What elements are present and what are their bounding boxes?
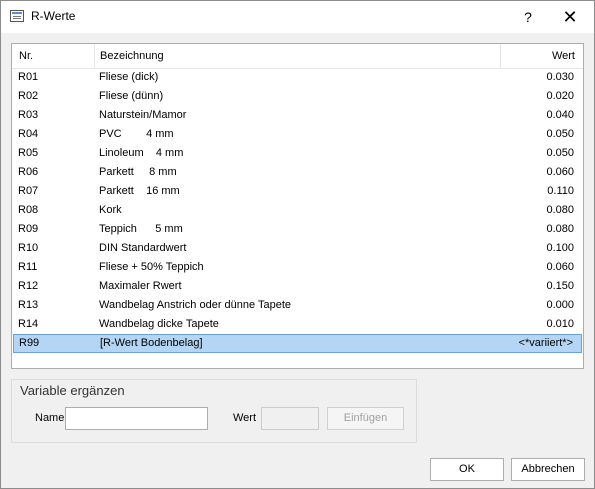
row-bezeichnung-cell: Parkett 16 mm [99,185,180,197]
row-bezeichnung-cell: Naturstein/Mamor [99,109,187,121]
table-row[interactable]: R02 Fliese (dünn) 0.020 [13,87,582,106]
column-header-bezeichnung[interactable]: Bezeichnung [100,50,164,62]
row-nr-cell: R14 [18,318,39,330]
column-header-wert[interactable]: Wert [552,50,575,62]
table-row[interactable]: R14 Wandbelag dicke Tapete 0.010 [13,315,582,334]
column-divider[interactable] [500,44,501,68]
row-bezeichnung-cell: Maximaler Rwert [99,280,182,292]
row-wert-cell: 0.080 [546,204,574,216]
r-werte-dialog: R-Werte ? ✕ Nr. Bezeichnung Wert R01 Flie… [0,0,595,489]
wert-label: Wert [233,412,257,424]
row-wert-cell: 0.000 [546,299,574,311]
row-wert-cell: 0.110 [547,185,574,197]
table-row[interactable]: R04 PVC 4 mm 0.050 [13,125,582,144]
table-row[interactable]: R99 [R-Wert Bodenbelag] <*variiert*> [13,334,582,353]
row-bezeichnung-cell: Wandbelag Anstrich oder dünne Tapete [99,299,292,311]
table-row[interactable]: R12 Maximaler Rwert 0.150 [13,277,582,296]
close-button[interactable]: ✕ [555,7,585,27]
row-wert-cell: 0.010 [546,318,574,330]
window-title: R-Werte [31,9,76,23]
table-row[interactable]: R10 DIN Standardwert 0.100 [13,239,582,258]
row-wert-cell: 0.020 [546,90,574,102]
help-button[interactable]: ? [513,7,543,27]
column-divider[interactable] [94,44,95,68]
row-bezeichnung-cell: DIN Standardwert [99,242,187,254]
row-bezeichnung-cell: PVC 4 mm [99,128,174,140]
row-nr-cell: R08 [18,204,39,216]
abbrechen-button[interactable]: Abbrechen [511,458,585,481]
row-wert-cell: 0.100 [546,242,574,254]
row-bezeichnung-cell: Fliese (dünn) [99,90,164,102]
name-input[interactable] [65,407,208,430]
row-wert-cell: 0.150 [546,280,574,292]
row-bezeichnung-cell: Fliese (dick) [99,71,159,83]
table-row[interactable]: R09 Teppich 5 mm 0.080 [13,220,582,239]
row-nr-cell: R11 [18,261,38,273]
einfuegen-button: Einfügen [327,407,404,430]
row-bezeichnung-cell: [R-Wert Bodenbelag] [100,337,203,349]
table-row[interactable]: R08 Kork 0.080 [13,201,582,220]
name-label: Name [35,412,65,424]
window-app-icon [10,10,24,22]
row-wert-cell: <*variiert*> [518,337,573,349]
groupbox-title: Variable ergänzen [20,383,125,398]
variable-groupbox: Variable ergänzen Name Wert Einfügen [11,379,417,443]
list-header: Nr. Bezeichnung Wert [12,44,583,69]
row-nr-cell: R05 [18,147,39,159]
row-wert-cell: 0.050 [546,147,574,159]
row-nr-cell: R02 [18,90,39,102]
table-row[interactable]: R13 Wandbelag Anstrich oder dünne Tapete 0… [13,296,582,315]
row-bezeichnung-cell: Parkett 8 mm [99,166,177,178]
table-row[interactable]: R06 Parkett 8 mm 0.060 [13,163,582,182]
row-wert-cell: 0.040 [546,109,574,121]
row-nr-cell: R13 [18,299,39,311]
row-wert-cell: 0.050 [546,128,574,140]
row-bezeichnung-cell: Linoleum 4 mm [99,147,184,159]
table-row[interactable]: R05 Linoleum 4 mm 0.050 [13,144,582,163]
row-nr-cell: R12 [18,280,39,292]
row-bezeichnung-cell: Kork [99,204,122,216]
row-nr-cell: R99 [19,337,40,349]
row-nr-cell: R01 [18,71,39,83]
row-wert-cell: 0.060 [546,261,574,273]
ok-button[interactable]: OK [430,458,504,481]
row-wert-cell: 0.030 [546,71,574,83]
title-bar: R-Werte ? ✕ [1,1,594,33]
row-nr-cell: R04 [18,128,39,140]
row-nr-cell: R06 [18,166,39,178]
table-row[interactable]: R01 Fliese (dick) 0.030 [13,68,582,87]
table-row[interactable]: R03 Naturstein/Mamor 0.040 [13,106,582,125]
row-bezeichnung-cell: Teppich 5 mm [99,223,183,235]
row-wert-cell: 0.060 [546,166,574,178]
row-nr-cell: R10 [18,242,39,254]
row-nr-cell: R07 [18,185,39,197]
row-bezeichnung-cell: Fliese + 50% Teppich [99,261,204,273]
r-werte-list[interactable]: Nr. Bezeichnung Wert R01 Fliese (dick) 0.0… [11,43,584,369]
row-wert-cell: 0.080 [546,223,574,235]
wert-input [261,407,319,430]
table-row[interactable]: R07 Parkett 16 mm 0.110 [13,182,582,201]
row-bezeichnung-cell: Wandbelag dicke Tapete [99,318,219,330]
row-nr-cell: R09 [18,223,39,235]
table-row[interactable]: R11 Fliese + 50% Teppich 0.060 [13,258,582,277]
column-header-nr[interactable]: Nr. [19,50,33,62]
row-nr-cell: R03 [18,109,39,121]
